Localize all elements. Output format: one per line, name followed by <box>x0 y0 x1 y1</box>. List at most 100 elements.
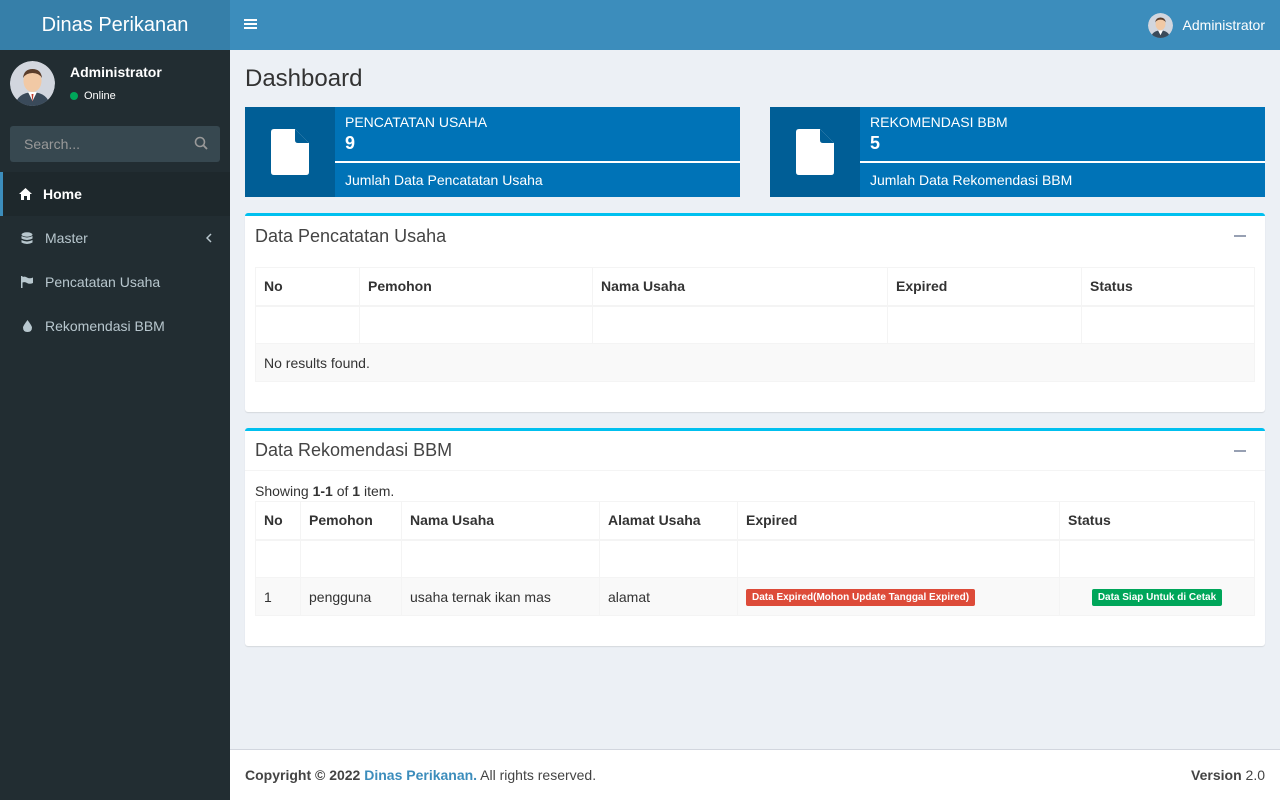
pencatatan-usaha-box: Data Pencatatan Usaha No Pemohon Nama Us… <box>245 213 1265 412</box>
filter-cell[interactable] <box>887 305 1082 344</box>
info-box-description: Jumlah Data Rekomendasi BBM <box>870 172 1073 188</box>
collapse-minus-icon[interactable] <box>1234 235 1246 237</box>
main-content: Dashboard PENCATATAN USAHA 9 Jumlah Data… <box>230 50 1280 749</box>
filter-cell[interactable] <box>599 539 738 578</box>
info-box-pencatatan-usaha: PENCATATAN USAHA 9 Jumlah Data Pencatata… <box>245 107 740 197</box>
filter-cell[interactable] <box>592 305 888 344</box>
user-status: Online <box>70 90 162 102</box>
summary-suffix: item. <box>360 483 395 499</box>
sidebar-toggle-icon[interactable] <box>244 17 257 33</box>
table-header[interactable]: Status <box>1059 501 1255 541</box>
info-box-row: PENCATATAN USAHA 9 Jumlah Data Pencatata… <box>245 107 1265 197</box>
avatar <box>10 60 55 106</box>
document-icon <box>245 107 335 197</box>
table-header[interactable]: Nama Usaha <box>401 501 600 541</box>
filter-cell[interactable] <box>255 539 301 578</box>
table-header[interactable]: Alamat Usaha <box>599 501 738 541</box>
info-box-description: Jumlah Data Pencatatan Usaha <box>345 172 543 188</box>
filter-row <box>255 539 1255 578</box>
tint-icon <box>20 319 34 333</box>
document-icon <box>770 107 860 197</box>
summary-range: 1-1 <box>312 483 333 499</box>
sidebar-item-label: Rekomendasi BBM <box>45 318 165 334</box>
database-icon <box>20 231 34 245</box>
flag-icon <box>20 275 34 289</box>
user-menu[interactable]: Administrator <box>1147 0 1265 50</box>
version-label: Version <box>1191 767 1242 783</box>
version-number: 2.0 <box>1241 767 1265 783</box>
info-box-label: PENCATATAN USAHA <box>345 114 488 130</box>
sidebar-item-home[interactable]: Home <box>0 172 230 216</box>
cell-status: Data Siap Untuk di Cetak <box>1059 577 1255 616</box>
table-header[interactable]: Status <box>1081 267 1255 307</box>
search-input[interactable] <box>24 136 174 152</box>
empty-message: No results found. <box>255 343 1255 382</box>
rights-text: All rights reserved. <box>477 767 597 783</box>
chevron-left-icon <box>205 230 212 246</box>
search-icon[interactable] <box>194 136 208 153</box>
summary-total: 1 <box>352 483 361 499</box>
sidebar-item-label: Pencatatan Usaha <box>45 274 161 290</box>
pencatatan-usaha-table: No Pemohon Nama Usaha Expired Status No … <box>255 267 1255 382</box>
table-row: 1 pengguna usaha ternak ikan mas alamat … <box>255 577 1255 616</box>
online-indicator-icon <box>70 92 78 100</box>
page-title: Dashboard <box>245 65 363 92</box>
filter-cell[interactable] <box>1059 539 1255 578</box>
filter-cell[interactable] <box>737 539 1060 578</box>
filter-cell[interactable] <box>359 305 593 344</box>
cell-expired: Data Expired(Mohon Update Tanggal Expire… <box>737 577 1060 616</box>
cell-no: 1 <box>255 577 301 616</box>
user-name: Administrator <box>70 64 162 80</box>
rekomendasi-bbm-table: No Pemohon Nama Usaha Alamat Usaha Expir… <box>255 501 1255 616</box>
home-icon <box>18 187 32 201</box>
sidebar-menu: Home Master Pencatatan Usaha Rekomendasi… <box>0 172 230 348</box>
table-header[interactable]: No <box>255 267 360 307</box>
cell-pemohon: pengguna <box>300 577 402 616</box>
info-box-rekomendasi-bbm: REKOMENDASI BBM 5 Jumlah Data Rekomendas… <box>770 107 1265 197</box>
user-panel: Administrator Online <box>0 50 230 116</box>
sidebar: Dinas Perikanan Administrator Online Sea… <box>0 0 230 800</box>
expired-badge: Data Expired(Mohon Update Tanggal Expire… <box>746 589 976 606</box>
table-summary: Showing 1-1 of 1 item. <box>255 483 1255 499</box>
copyright-prefix: Copyright © 2022 <box>245 767 365 783</box>
sidebar-item-label: Home <box>43 186 82 202</box>
filter-cell[interactable] <box>401 539 600 578</box>
filter-cell[interactable] <box>1081 305 1255 344</box>
version-info: Version 2.0 <box>1191 767 1265 783</box>
user-status-label: Online <box>84 90 116 102</box>
table-header[interactable]: Pemohon <box>300 501 402 541</box>
table-header[interactable]: No <box>255 501 301 541</box>
sidebar-item-master[interactable]: Master <box>0 216 230 260</box>
summary-of: of <box>332 483 353 499</box>
avatar <box>1147 12 1173 38</box>
info-box-count: 5 <box>870 133 881 153</box>
summary-prefix: Showing <box>255 483 313 499</box>
filter-cell[interactable] <box>300 539 402 578</box>
sidebar-search <box>10 126 220 162</box>
table-header[interactable]: Expired <box>887 267 1082 307</box>
box-header: Data Rekomendasi BBM <box>245 431 1265 471</box>
sidebar-item-label: Master <box>45 230 88 246</box>
collapse-minus-icon[interactable] <box>1234 449 1246 452</box>
box-header: Data Pencatatan Usaha <box>245 216 1265 256</box>
footer: Copyright © 2022 Dinas Perikanan. All ri… <box>230 749 1280 800</box>
rekomendasi-bbm-box: Data Rekomendasi BBM Showing 1-1 of 1 it… <box>245 428 1265 646</box>
sidebar-item-rekomendasi-bbm[interactable]: Rekomendasi BBM <box>0 304 230 348</box>
status-badge: Data Siap Untuk di Cetak <box>1091 589 1223 606</box>
org-link[interactable]: Dinas Perikanan. <box>364 767 477 783</box>
box-title: Data Pencatatan Usaha <box>255 225 447 246</box>
table-header[interactable]: Pemohon <box>359 267 593 307</box>
app-logo[interactable]: Dinas Perikanan <box>0 0 230 50</box>
filter-cell[interactable] <box>255 305 360 344</box>
info-box-count: 9 <box>345 133 356 153</box>
table-row: No results found. <box>255 343 1255 382</box>
cell-alamat: alamat <box>599 577 738 616</box>
top-navbar: Administrator <box>230 0 1280 50</box>
box-title: Data Rekomendasi BBM <box>255 440 453 460</box>
cell-nama-usaha: usaha ternak ikan mas <box>401 577 600 616</box>
table-header[interactable]: Nama Usaha <box>592 267 888 307</box>
filter-row <box>255 305 1255 344</box>
table-header[interactable]: Expired <box>737 501 1060 541</box>
sidebar-item-pencatatan-usaha[interactable]: Pencatatan Usaha <box>0 260 230 304</box>
header-user-name: Administrator <box>1182 17 1265 33</box>
